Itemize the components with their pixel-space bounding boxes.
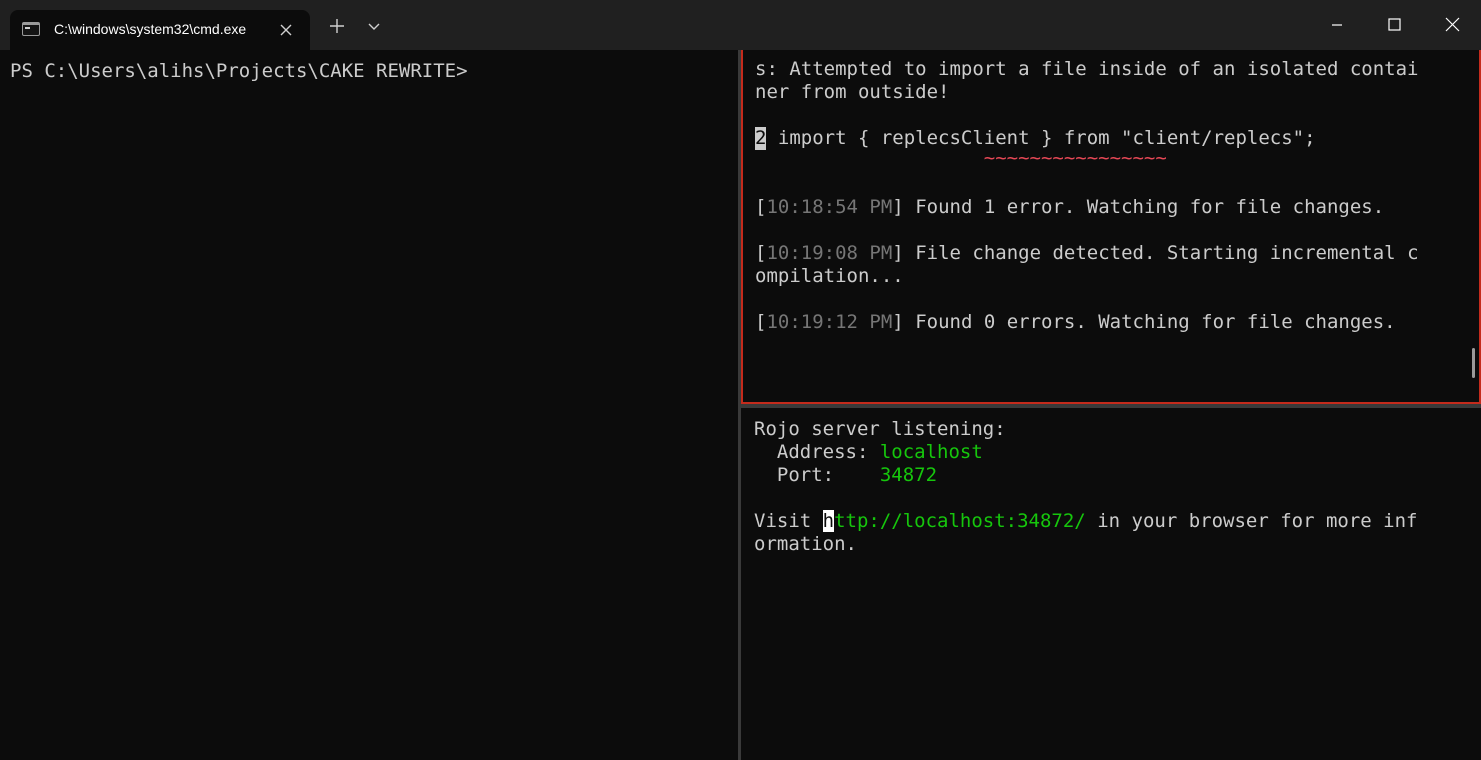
address-label: Address:: [754, 441, 880, 463]
minimize-button[interactable]: [1308, 0, 1366, 50]
scrollbar-thumb[interactable]: [1472, 348, 1475, 378]
visit-line: Visit http://localhost:34872/ in your br…: [754, 510, 1468, 533]
log-time: 10:18:54 PM: [766, 196, 893, 218]
visit-line-cont: ormation.: [754, 533, 857, 555]
terminal-pane-bottom-right[interactable]: Rojo server listening: Address: localhos…: [741, 408, 1481, 760]
chevron-down-icon[interactable]: [364, 16, 384, 36]
tab-title: C:\windows\system32\cmd.exe: [54, 21, 247, 37]
log-line-3: [10:19:12 PM] Found 0 errors. Watching f…: [755, 311, 1396, 333]
terminal-pane-top-right[interactable]: s: Attempted to import a file inside of …: [741, 50, 1481, 404]
log-text: File change detected. Starting increment…: [903, 242, 1419, 264]
error-message-line: s: Attempted to import a file inside of …: [755, 58, 1419, 80]
address-value: localhost: [879, 441, 983, 463]
line-number: 2: [755, 127, 767, 150]
visit-prefix: Visit: [754, 510, 823, 532]
error-squiggle-line: ~~~~~~~~~~~~~~~~: [755, 147, 1467, 173]
error-message-line-cont: ner from outside!: [755, 81, 950, 103]
prompt-line: PS C:\Users\alihs\Projects\CAKE REWRITE>: [10, 60, 468, 82]
log-line-2-cont: ompilation...: [755, 265, 904, 287]
text-cursor: h: [822, 510, 835, 532]
port-line: Port: 34872: [754, 464, 1468, 487]
maximize-button[interactable]: [1366, 0, 1424, 50]
address-line: Address: localhost: [754, 441, 1468, 464]
server-heading: Rojo server listening:: [754, 418, 1006, 440]
log-time: 10:19:08 PM: [766, 242, 893, 264]
terminal-icon: [22, 22, 40, 36]
tab-cmd[interactable]: C:\windows\system32\cmd.exe: [10, 10, 310, 50]
error-squiggle: ~~~~~~~~~~~~~~~~: [983, 147, 1167, 169]
title-bar: C:\windows\system32\cmd.exe: [0, 0, 1481, 50]
terminal-pane-left[interactable]: PS C:\Users\alihs\Projects\CAKE REWRITE>: [0, 50, 738, 760]
log-line-2: [10:19:08 PM] File change detected. Star…: [755, 242, 1419, 264]
new-tab-button[interactable]: [327, 16, 347, 36]
log-text: Found 0 errors. Watching for file change…: [903, 311, 1396, 333]
log-line-1: [10:18:54 PM] Found 1 error. Watching fo…: [755, 196, 1385, 218]
log-text: Found 1 error. Watching for file changes…: [903, 196, 1385, 218]
visit-suffix: in your browser for more inf: [1085, 510, 1418, 532]
log-time: 10:19:12 PM: [766, 311, 893, 333]
close-window-button[interactable]: [1424, 0, 1481, 50]
port-value: 34872: [879, 464, 938, 486]
close-icon[interactable]: [276, 20, 296, 40]
code-text: import { replecsClient } from "client/re…: [766, 127, 1316, 149]
server-url-link[interactable]: ttp://localhost:34872/: [834, 510, 1086, 532]
port-label: Port:: [754, 464, 880, 486]
